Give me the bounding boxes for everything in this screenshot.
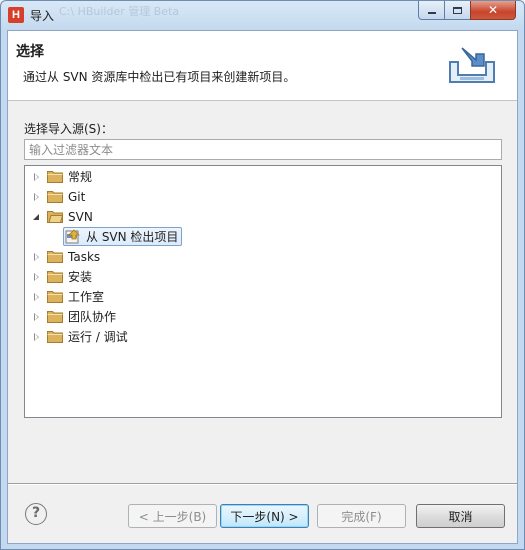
expand-icon[interactable]	[31, 291, 43, 303]
folder-icon	[47, 311, 63, 323]
folder-icon	[47, 271, 63, 283]
tree-item-label: Tasks	[68, 249, 101, 264]
folder-icon	[47, 171, 63, 183]
folder-icon	[47, 331, 63, 343]
folder-icon	[47, 291, 63, 303]
help-icon[interactable]: ?	[25, 503, 47, 525]
import-dialog-window: H 导入 C:\ HBuilder 管理 Beta ✕ 选择 通过从 SVN 资…	[0, 0, 525, 550]
tree-item-label: SVN	[68, 209, 93, 224]
import-source-label: 选择导入源(S)：	[24, 122, 113, 136]
dialog-body: 选择 通过从 SVN 资源库中检出已有项目来创建新项目。 选择导入源(S)： 常…	[7, 30, 518, 544]
tree-item-svn[interactable]: SVN	[31, 207, 93, 226]
expand-icon[interactable]	[31, 331, 43, 343]
folder-open-icon	[47, 211, 63, 223]
app-logo-icon: H	[8, 7, 24, 23]
maximize-icon	[453, 6, 462, 14]
tree-item-studio[interactable]: 工作室	[31, 287, 104, 306]
tree-item-label: 常规	[68, 170, 93, 184]
tree-item-team[interactable]: 团队协作	[31, 307, 116, 326]
tree-item-label: Git	[68, 189, 86, 204]
footer-separator	[8, 483, 517, 485]
window-title: 导入	[30, 9, 55, 23]
expand-icon[interactable]	[31, 171, 43, 183]
expand-icon[interactable]	[31, 311, 43, 323]
expand-icon[interactable]	[31, 271, 43, 283]
page-title: 选择	[16, 44, 44, 60]
tree-item-run-debug[interactable]: 运行 / 调试	[31, 327, 128, 346]
minimize-icon	[427, 12, 436, 14]
page-description: 通过从 SVN 资源库中检出已有项目来创建新项目。	[23, 70, 296, 84]
title-bar[interactable]: H 导入 C:\ HBuilder 管理 Beta ✕	[1, 1, 524, 30]
import-wizard-icon	[449, 47, 495, 83]
tree-item-label: 从 SVN 检出项目	[86, 230, 179, 244]
tree-item-label: 运行 / 调试	[68, 330, 128, 344]
maximize-button[interactable]	[444, 1, 471, 20]
filter-input[interactable]	[24, 139, 502, 160]
folder-icon	[47, 191, 63, 203]
cancel-button[interactable]: 取消	[416, 504, 505, 528]
expand-icon[interactable]	[31, 191, 43, 203]
tree-item-svn-checkout[interactable]: 从 SVN 检出项目	[63, 227, 183, 246]
back-button[interactable]: < 上一步(B)	[128, 504, 217, 528]
tree-item-label: 团队协作	[68, 310, 117, 324]
background-window-title: C:\ HBuilder 管理 Beta	[59, 5, 180, 18]
tree-item-git[interactable]: Git	[31, 187, 85, 206]
import-source-tree[interactable]: 常规 Git SVN 从 SVN 检出项目 Tasks 安装 工作室 团队协作 …	[24, 165, 502, 418]
close-icon: ✕	[487, 3, 499, 17]
folder-icon	[47, 251, 63, 263]
collapse-icon[interactable]	[31, 211, 43, 223]
finish-button[interactable]: 完成(F)	[317, 504, 406, 528]
tree-item-general[interactable]: 常规	[31, 167, 92, 186]
minimize-button[interactable]	[418, 1, 445, 20]
wizard-header: 选择 通过从 SVN 资源库中检出已有项目来创建新项目。	[8, 31, 517, 101]
expand-icon[interactable]	[31, 251, 43, 263]
tree-item-label: 工作室	[68, 290, 105, 304]
tree-item-tasks[interactable]: Tasks	[31, 247, 100, 266]
svn-checkout-icon	[65, 228, 80, 243]
close-button[interactable]: ✕	[470, 1, 516, 20]
tree-item-install[interactable]: 安装	[31, 267, 92, 286]
next-button[interactable]: 下一步(N) >	[220, 504, 309, 528]
tree-item-label: 安装	[68, 270, 93, 284]
